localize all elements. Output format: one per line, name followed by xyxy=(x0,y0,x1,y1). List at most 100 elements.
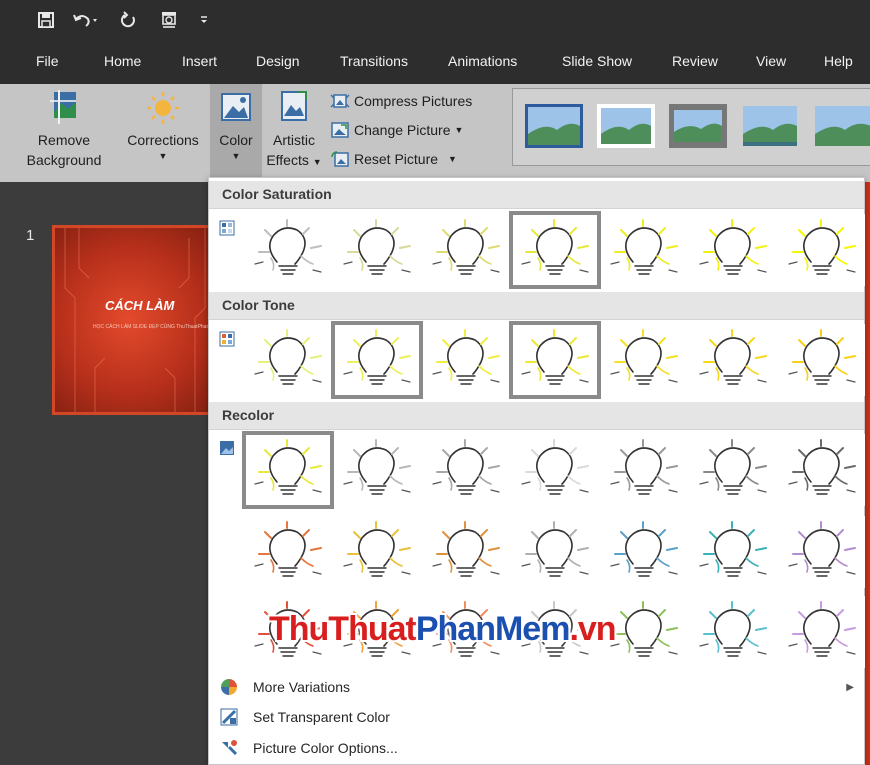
change-picture-caret-icon: ▼ xyxy=(454,125,464,135)
picture-style-3[interactable] xyxy=(669,104,727,148)
recolor-row2-option-1[interactable] xyxy=(245,516,331,588)
tone-option-6[interactable] xyxy=(690,324,776,396)
save-icon[interactable] xyxy=(36,9,56,31)
color-label: Color xyxy=(219,132,253,148)
tab-file[interactable]: File xyxy=(36,53,59,69)
lightbulb-icon xyxy=(254,439,322,495)
tab-review[interactable]: Review xyxy=(672,53,718,69)
recolor-icon xyxy=(220,441,234,455)
lightbulb-icon xyxy=(699,601,767,657)
tab-design[interactable]: Design xyxy=(256,53,300,69)
recolor-row2-option-2[interactable] xyxy=(334,516,420,588)
artistic-effects-label-row: Effects ▼ xyxy=(264,150,324,172)
tab-help[interactable]: Help xyxy=(824,53,853,69)
lightbulb-icon xyxy=(521,439,589,495)
circuit-decoration-icon xyxy=(64,228,206,412)
picture-styles-gallery xyxy=(512,88,870,166)
recolor-row3-option-6[interactable] xyxy=(690,596,776,668)
tab-view[interactable]: View xyxy=(756,53,786,69)
tab-animations[interactable]: Animations xyxy=(448,53,517,69)
picture-color-options-label: Picture Color Options... xyxy=(253,740,398,756)
tone-option-4[interactable] xyxy=(509,321,601,399)
tone-option-1[interactable] xyxy=(245,324,331,396)
recolor-option-5[interactable] xyxy=(601,434,687,506)
recolor-row2-option-4[interactable] xyxy=(512,516,598,588)
start-from-beginning-icon[interactable] xyxy=(158,9,180,31)
customize-icon[interactable] xyxy=(196,9,212,31)
ribbon-tabs: File Home Insert Design Transitions Anim… xyxy=(0,40,870,84)
tone-option-2[interactable] xyxy=(331,321,423,399)
tab-slide-show[interactable]: Slide Show xyxy=(562,53,632,69)
saturation-option-2[interactable] xyxy=(334,214,420,286)
saturation-option-4[interactable] xyxy=(509,211,601,289)
remove-background-label-2: Background xyxy=(26,152,102,168)
more-variations-item[interactable]: More Variations ▶ xyxy=(209,673,864,701)
recolor-option-2[interactable] xyxy=(334,434,420,506)
recolor-option-3[interactable] xyxy=(423,434,509,506)
set-transparent-color-item[interactable]: Set Transparent Color xyxy=(209,703,864,731)
picture-color-options-item[interactable]: Picture Color Options... xyxy=(209,734,864,762)
compress-pictures-button[interactable]: Compress Pictures xyxy=(330,90,472,112)
lightbulb-icon xyxy=(521,219,589,275)
color-caret-icon: ▼ xyxy=(231,151,241,161)
recolor-row2-option-6[interactable] xyxy=(690,516,776,588)
lightbulb-icon xyxy=(788,439,856,495)
lightbulb-icon xyxy=(432,439,500,495)
picture-style-5[interactable] xyxy=(813,104,870,148)
recolor-row3-option-7[interactable] xyxy=(779,596,865,668)
picture-style-2[interactable] xyxy=(597,104,655,148)
tone-option-5[interactable] xyxy=(601,324,687,396)
redo-icon[interactable] xyxy=(118,9,138,31)
lightbulb-icon xyxy=(788,329,856,385)
saturation-option-1[interactable] xyxy=(245,214,331,286)
corrections-label: Corrections xyxy=(127,132,199,148)
slide-thumbnail[interactable]: CÁCH LÀM HỌC CÁCH LÀM SLIDE ĐẸP CÙNG Thu… xyxy=(52,225,222,415)
color-saturation-header: Color Saturation xyxy=(209,181,864,209)
tab-transitions[interactable]: Transitions xyxy=(340,53,408,69)
recolor-row2-option-3[interactable] xyxy=(423,516,509,588)
watermark-logo: ThuThuatPhanMem.vn xyxy=(269,610,617,649)
recolor-option-4[interactable] xyxy=(512,434,598,506)
saturation-option-5[interactable] xyxy=(601,214,687,286)
tab-insert[interactable]: Insert xyxy=(182,53,217,69)
recolor-option-1[interactable] xyxy=(242,431,334,509)
picture-style-4[interactable] xyxy=(741,104,799,148)
lightbulb-icon xyxy=(254,521,322,577)
tone-option-7[interactable] xyxy=(779,324,865,396)
lightbulb-icon xyxy=(254,329,322,385)
recolor-row2-option-5[interactable] xyxy=(601,516,687,588)
saturation-option-6[interactable] xyxy=(690,214,776,286)
more-variations-label: More Variations xyxy=(253,679,351,695)
watermark-part-1: ThuThuat xyxy=(269,610,417,648)
corrections-button[interactable]: Corrections ▼ xyxy=(120,88,206,162)
lightbulb-icon xyxy=(343,219,411,275)
reset-picture-label: Reset Picture xyxy=(354,151,439,167)
color-button[interactable]: Color ▼ xyxy=(210,84,262,178)
lightbulb-icon xyxy=(788,521,856,577)
reset-picture-button[interactable]: Reset Picture ▼ xyxy=(330,148,457,170)
recolor-row2-option-7[interactable] xyxy=(779,516,865,588)
change-picture-button[interactable]: Change Picture ▼ xyxy=(330,119,463,141)
watermark-part-2: PhanMem xyxy=(415,610,571,648)
color-options-icon xyxy=(219,738,239,758)
submenu-arrow-icon: ▶ xyxy=(846,681,854,693)
picture-style-1[interactable] xyxy=(525,104,583,148)
saturation-option-3[interactable] xyxy=(423,214,509,286)
remove-background-icon xyxy=(50,90,76,124)
artistic-effects-icon xyxy=(281,91,307,121)
lightbulb-icon xyxy=(699,329,767,385)
remove-background-button[interactable]: Remove Background xyxy=(16,88,112,170)
lightbulb-icon xyxy=(610,521,678,577)
undo-icon[interactable] xyxy=(72,9,100,31)
tab-home[interactable]: Home xyxy=(104,53,141,69)
recolor-option-7[interactable] xyxy=(779,434,865,506)
recolor-option-6[interactable] xyxy=(690,434,776,506)
lightbulb-icon xyxy=(432,329,500,385)
artistic-effects-caret-icon: ▼ xyxy=(312,157,322,167)
saturation-option-7[interactable] xyxy=(779,214,865,286)
lightbulb-icon xyxy=(788,219,856,275)
color-tone-icon xyxy=(219,331,235,347)
artistic-effects-button[interactable]: Artistic Effects ▼ xyxy=(264,88,324,172)
color-tone-header: Color Tone xyxy=(209,292,864,320)
tone-option-3[interactable] xyxy=(423,324,509,396)
